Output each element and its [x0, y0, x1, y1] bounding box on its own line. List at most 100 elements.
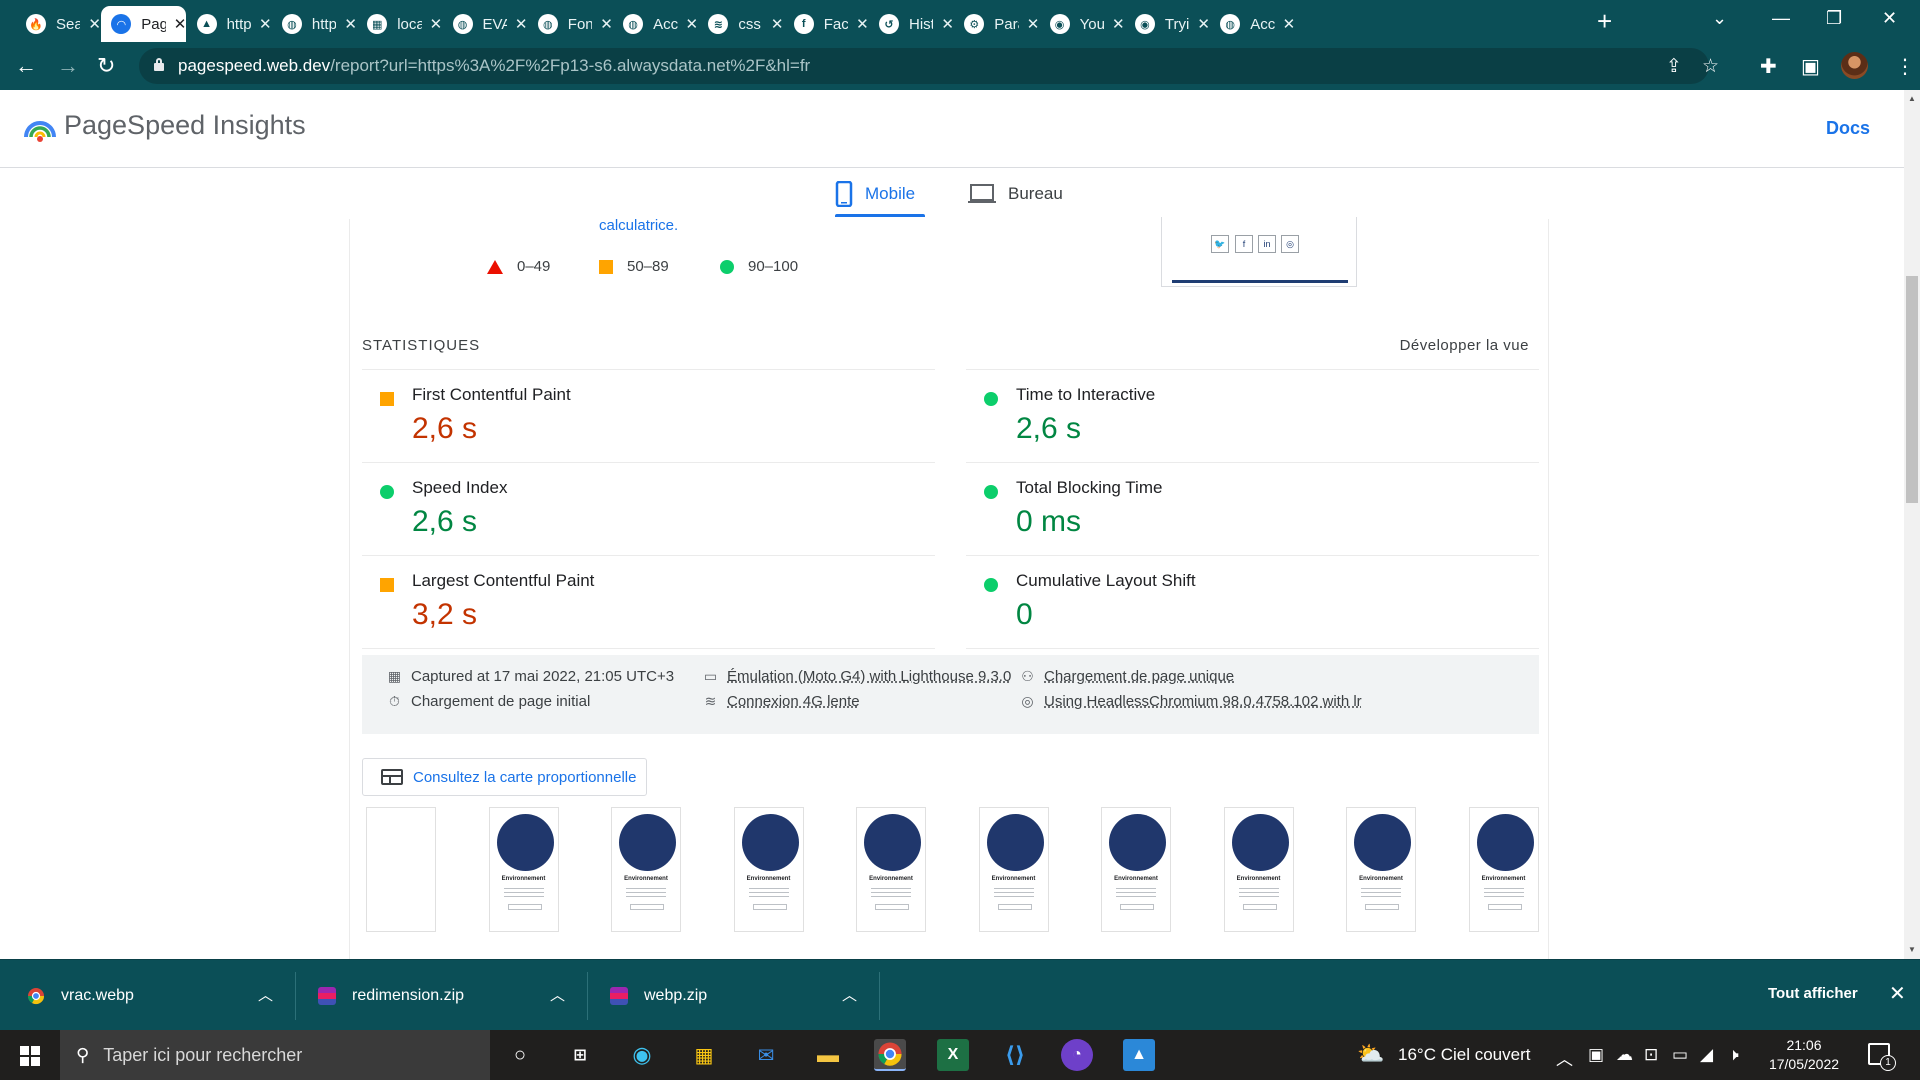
browser-tab[interactable]: ▲ http ✕ [187, 6, 272, 42]
menu-kebab-icon[interactable]: ⋮ [1895, 54, 1915, 79]
extensions-icon[interactable]: ✚ [1760, 54, 1777, 79]
close-tab-icon[interactable]: ✕ [1283, 15, 1296, 33]
close-tab-icon[interactable]: ✕ [88, 15, 101, 33]
clock-time: 21:06 [1786, 1037, 1822, 1053]
close-tab-icon[interactable]: ✕ [941, 15, 954, 33]
close-tab-icon[interactable]: ✕ [1027, 15, 1040, 33]
browser-tab[interactable]: ◍ Acc ✕ [613, 6, 698, 42]
show-all-downloads-link[interactable]: Tout afficher [1768, 985, 1858, 1002]
single-load-info[interactable]: ⚇ Chargement de page unique [1019, 668, 1234, 685]
scroll-down-arrow-icon[interactable]: ▼ [1908, 945, 1916, 954]
calculator-link[interactable]: calculatrice. [599, 217, 678, 234]
onedrive-icon[interactable]: ☁ [1616, 1045, 1633, 1065]
excel-icon[interactable]: X [937, 1039, 969, 1071]
browser-tab[interactable]: ◍ Fon ✕ [528, 6, 613, 42]
browser-tab[interactable]: ◉ Tryi ✕ [1125, 6, 1210, 42]
close-tab-icon[interactable]: ✕ [771, 15, 784, 33]
browser-tab[interactable]: f Face ✕ [784, 6, 869, 42]
system-clock[interactable]: 21:06 17/05/2022 [1762, 1036, 1846, 1074]
chevron-up-icon[interactable]: ︿ [550, 984, 565, 1005]
restore-button[interactable]: ❐ [1826, 8, 1842, 29]
browser-tab[interactable]: ◍ EVA ✕ [443, 6, 528, 42]
lock-icon[interactable] [153, 57, 165, 71]
profile-avatar[interactable] [1841, 52, 1868, 79]
notification-center-icon[interactable]: 1 [1868, 1043, 1896, 1071]
file-explorer-icon[interactable]: ▬ [812, 1039, 844, 1071]
address-bar[interactable]: pagespeed.web.dev/report?url=https%3A%2F… [139, 48, 1719, 84]
minimize-button[interactable]: — [1772, 8, 1790, 29]
browser-tab[interactable]: ↺ Hist ✕ [869, 6, 954, 42]
tab-search-icon[interactable]: ⌄ [1712, 8, 1727, 29]
share-icon[interactable]: ⇪ [1666, 55, 1682, 78]
close-tab-icon[interactable]: ✕ [600, 15, 613, 33]
browser-tab[interactable]: ◍ http ✕ [272, 6, 357, 42]
close-tab-icon[interactable]: ✕ [1197, 15, 1210, 33]
cortana-icon[interactable]: ○ [504, 1039, 536, 1071]
mail-icon[interactable]: ✉ [750, 1039, 782, 1071]
weather-text[interactable]: 16°C Ciel couvert [1398, 1045, 1530, 1065]
github-desktop-icon[interactable]: ◔ [1061, 1039, 1093, 1071]
chevron-up-icon[interactable]: ︿ [842, 984, 857, 1005]
chromium-info[interactable]: ◎ Using HeadlessChromium 98.0.4758.102 wi… [1019, 693, 1362, 710]
back-icon[interactable]: ← [15, 52, 37, 80]
close-window-button[interactable]: ✕ [1882, 8, 1897, 29]
close-tab-icon[interactable]: ✕ [1112, 15, 1125, 33]
antivirus-icon[interactable]: ⊡ [1644, 1045, 1658, 1065]
browser-tab[interactable]: ⚙ Para ✕ [954, 6, 1039, 42]
windows-start-icon[interactable] [20, 1046, 40, 1066]
tab-mobile[interactable]: Mobile [835, 169, 925, 219]
new-tab-button[interactable]: + [1597, 8, 1612, 34]
store-icon[interactable]: ▦ [688, 1039, 720, 1071]
edge-icon[interactable]: ◉ [626, 1039, 658, 1071]
url-text[interactable]: pagespeed.web.dev/report?url=https%3A%2F… [178, 56, 810, 76]
close-tab-icon[interactable]: ✕ [344, 15, 357, 33]
browser-tab[interactable]: ◍ Acc ✕ [1210, 6, 1295, 42]
volume-muted-icon[interactable]: 🕨 [1728, 1045, 1739, 1065]
chevron-up-icon[interactable]: ︿ [1556, 1045, 1573, 1070]
close-icon[interactable]: ✕ [1889, 981, 1906, 1006]
close-tab-icon[interactable]: ✕ [174, 15, 187, 33]
download-item[interactable]: vrac.webp [27, 960, 134, 1031]
chevron-up-icon[interactable]: ︿ [258, 984, 273, 1005]
close-tab-icon[interactable]: ✕ [259, 15, 272, 33]
task-view-icon[interactable]: ⊞ [564, 1039, 596, 1071]
photos-icon[interactable]: ▲ [1123, 1039, 1155, 1071]
pagespeed-logo-icon[interactable] [24, 115, 56, 143]
battery-icon[interactable]: ▭ [1672, 1045, 1688, 1065]
bookmark-star-icon[interactable]: ☆ [1702, 55, 1719, 78]
network-icon[interactable]: ◢ [1700, 1045, 1713, 1065]
scrollbar-thumb[interactable] [1906, 276, 1918, 503]
reload-icon[interactable]: ↻ [97, 52, 115, 80]
vertical-scrollbar[interactable]: ▲ ▼ [1904, 90, 1920, 959]
download-item[interactable]: webp.zip [610, 960, 707, 1031]
tab-desktop[interactable]: Bureau [968, 169, 1063, 219]
view-treemap-button[interactable]: Consultez la carte proportionnelle [362, 758, 648, 796]
expand-view-toggle[interactable]: Développer la vue [1400, 337, 1529, 354]
weather-cloud-icon[interactable]: ⛅ [1357, 1041, 1384, 1067]
emulation-info[interactable]: ▭ Émulation (Moto G4) with Lighthouse 9.3… [702, 668, 1011, 685]
browser-tab[interactable]: ◉ You ✕ [1040, 6, 1125, 42]
forward-icon[interactable]: → [57, 52, 79, 80]
scroll-up-arrow-icon[interactable]: ▲ [1908, 94, 1916, 103]
connection-info[interactable]: ≋ Connexion 4G lente [702, 693, 860, 710]
single-load-text[interactable]: Chargement de page unique [1044, 668, 1234, 685]
docs-link[interactable]: Docs [1826, 118, 1870, 139]
browser-tab[interactable]: 🔥 Sea ✕ [16, 6, 101, 42]
side-panel-icon[interactable]: ▣ [1801, 54, 1820, 79]
browser-tab[interactable]: ▦ loca ✕ [357, 6, 442, 42]
meet-now-icon[interactable]: ▣ [1588, 1045, 1604, 1065]
connection-text[interactable]: Connexion 4G lente [727, 693, 860, 710]
legend-label: 50–89 [627, 258, 669, 275]
close-tab-icon[interactable]: ✕ [856, 15, 869, 33]
chrome-icon[interactable] [874, 1039, 906, 1071]
close-tab-icon[interactable]: ✕ [686, 15, 699, 33]
download-item[interactable]: redimension.zip [318, 960, 464, 1031]
emulation-text[interactable]: Émulation (Moto G4) with Lighthouse 9.3.… [727, 668, 1011, 685]
close-tab-icon[interactable]: ✕ [515, 15, 528, 33]
browser-tab[interactable]: ◠ Pag ✕ [101, 6, 187, 42]
vscode-icon[interactable]: ⟨⟩ [999, 1039, 1031, 1071]
browser-tab[interactable]: ≋ css ✕ [698, 6, 783, 42]
taskbar-search[interactable]: ⚲ Taper ici pour rechercher [60, 1030, 490, 1080]
chromium-text[interactable]: Using HeadlessChromium 98.0.4758.102 wit… [1044, 693, 1362, 710]
close-tab-icon[interactable]: ✕ [430, 15, 443, 33]
